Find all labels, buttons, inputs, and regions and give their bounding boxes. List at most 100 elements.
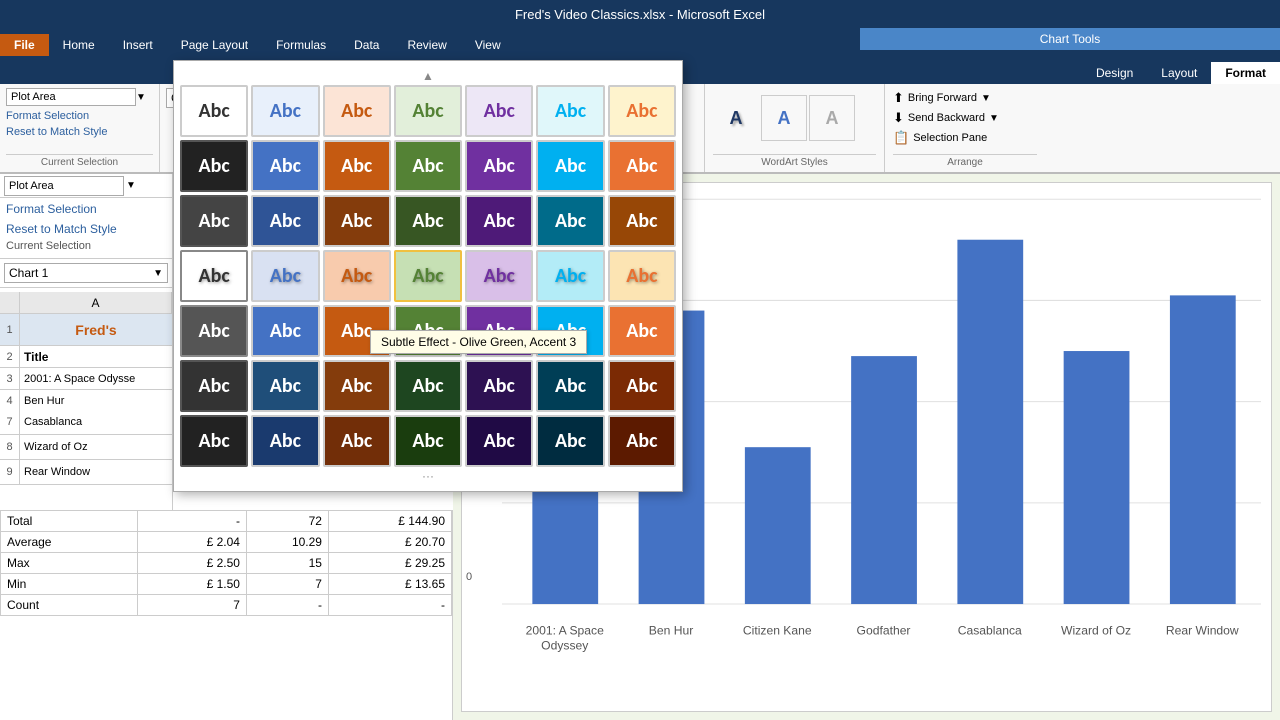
wordart-item-r1-c0[interactable]: Abc [180,140,248,192]
wordart-item-r1-c5[interactable]: Abc [536,140,604,192]
send-backward-icon: ⬇ [893,110,904,126]
wordart-item-r3-c3[interactable]: Abc [394,250,462,302]
wordart-item-r5-c2[interactable]: Abc [323,360,391,412]
stat-total-label: Total [1,511,138,532]
wordart-item-r3-c1[interactable]: Abc [251,250,319,302]
wordart-item-r1-c3[interactable]: Abc [394,140,462,192]
tab-file[interactable]: File [0,34,49,56]
wordart-item-r5-c6[interactable]: Abc [608,360,676,412]
wordart-item-r6-c3[interactable]: Abc [394,415,462,467]
format-selection-btn[interactable]: Format Selection [6,108,153,124]
wordart-item-r2-c5[interactable]: Abc [536,195,604,247]
svg-text:2001: A Space: 2001: A Space [526,623,604,637]
svg-text:Godfather: Godfather [857,623,911,637]
wordart-item-r0-c1[interactable]: Abc [251,85,319,137]
fred-header-cell: Fred's [20,320,172,340]
tab-design[interactable]: Design [1082,62,1147,84]
plot-area-dropdown[interactable]: ▼ [136,92,146,103]
wordart-item-r5-c3[interactable]: Abc [394,360,462,412]
wordart-item-r6-c6[interactable]: Abc [608,415,676,467]
wordart-item-r3-c0[interactable]: Abc [180,250,248,302]
wordart-item-r0-c3[interactable]: Abc [394,85,462,137]
y-label-0: 0 [466,571,472,583]
wordart-item-r3-c2[interactable]: Abc [323,250,391,302]
wordart-item-r0-c2[interactable]: Abc [323,85,391,137]
plot-area-input[interactable] [6,88,136,106]
current-selection-text: Current Selection [0,238,172,254]
tab-format[interactable]: Format [1211,62,1280,84]
wordart-item-r5-c0[interactable]: Abc [180,360,248,412]
movie-row-6: 8 Wizard of Oz [0,435,172,460]
chart-tools-label: Chart Tools [860,28,1280,50]
wordart-item-r3-c4[interactable]: Abc [465,250,533,302]
wordart-item-r1-c1[interactable]: Abc [251,140,319,192]
wordart-item-r6-c1[interactable]: Abc [251,415,319,467]
fredheader-row: 1 Fred's [0,314,172,346]
arrange-group: ⬆ Bring Forward ▼ ⬇ Send Backward ▼ 📋 Se… [885,84,1045,172]
selection-pane-btn[interactable]: 📋 Selection Pane [893,128,1037,148]
name-box-arrow[interactable]: ▼ [126,180,136,191]
wordart-item-r5-c1[interactable]: Abc [251,360,319,412]
bar-rearwindow [1170,295,1236,604]
wordart-item-r1-c2[interactable]: Abc [323,140,391,192]
movie-1: 2001: A Space Odysse [20,371,172,387]
tab-data[interactable]: Data [340,34,393,56]
wordart-item-r3-c5[interactable]: Abc [536,250,604,302]
wordart-item-r6-c4[interactable]: Abc [465,415,533,467]
wordart-item-r2-c1[interactable]: Abc [251,195,319,247]
wordart-item-r4-c0[interactable]: Abc [180,305,248,357]
wordart-item-r6-c2[interactable]: Abc [323,415,391,467]
movie-row-2: 4 Ben Hur [0,390,172,412]
send-backward-btn[interactable]: ⬇ Send Backward ▼ [893,108,1037,128]
plot-area-selector[interactable]: ▼ [6,88,153,106]
wordart-item-r2-c6[interactable]: Abc [608,195,676,247]
tab-home[interactable]: Home [49,34,109,56]
stats-row-min: Min £ 1.50 7 £ 13.65 [1,574,452,595]
tab-view[interactable]: View [461,34,515,56]
format-selection-link[interactable]: Format Selection [0,198,172,220]
wordart-item-r0-c4[interactable]: Abc [465,85,533,137]
tooltip: Subtle Effect - Olive Green, Accent 3 [370,330,587,354]
name-box-row: ▼ [0,174,172,198]
tab-insert[interactable]: Insert [109,34,167,56]
wordart-item-r5-c4[interactable]: Abc [465,360,533,412]
wordart-item-r4-c6[interactable]: Abc [608,305,676,357]
wordart-item-r1-c6[interactable]: Abc [608,140,676,192]
wordart-item-r1-c4[interactable]: Abc [465,140,533,192]
wordart-item-r0-c5[interactable]: Abc [536,85,604,137]
wordart-item-r5-c5[interactable]: Abc [536,360,604,412]
wordart-item-r6-c5[interactable]: Abc [536,415,604,467]
reset-match-btn[interactable]: Reset to Match Style [6,124,153,140]
movie-rows-extra: 7 Casablanca 8 Wizard of Oz 9 Rear Windo… [0,410,173,510]
stats-row-avg: Average £ 2.04 10.29 £ 20.70 [1,532,452,553]
wordart-item-r2-c2[interactable]: Abc [323,195,391,247]
arrange-label: Arrange [893,154,1037,168]
wordart-c-item[interactable]: A [809,95,855,141]
movie-casablanca: Casablanca [20,414,172,430]
wordart-preview-row: A A A [713,88,876,148]
wordart-item-r2-c4[interactable]: Abc [465,195,533,247]
chart1-selector[interactable]: Chart 1 ▼ [4,263,168,283]
wordart-item-r0-c0[interactable]: Abc [180,85,248,137]
wordart-item-r4-c1[interactable]: Abc [251,305,319,357]
movie-2: Ben Hur [20,393,172,409]
stats-row-count: Count 7 - - [1,595,452,616]
name-box-input[interactable] [4,176,124,196]
wordart-item-r2-c0[interactable]: Abc [180,195,248,247]
reset-match-link[interactable]: Reset to Match Style [0,220,172,238]
svg-text:Rear Window: Rear Window [1166,623,1239,637]
wordart-a-item[interactable]: A [713,95,759,141]
tab-page-layout[interactable]: Page Layout [167,34,262,56]
svg-text:Wizard of Oz: Wizard of Oz [1061,623,1131,637]
scroll-up-btn[interactable]: ▲ [180,67,676,85]
wordart-item-r2-c3[interactable]: Abc [394,195,462,247]
wordart-item-r0-c6[interactable]: Abc [608,85,676,137]
bring-forward-btn[interactable]: ⬆ Bring Forward ▼ [893,88,1037,108]
tab-layout[interactable]: Layout [1147,62,1211,84]
tab-formulas[interactable]: Formulas [262,34,340,56]
wordart-item-r3-c6[interactable]: Abc [608,250,676,302]
wordart-b-item[interactable]: A [761,95,807,141]
wordart-item-r6-c0[interactable]: Abc [180,415,248,467]
scroll-down-btn[interactable]: ··· [180,467,676,485]
tab-review[interactable]: Review [393,34,460,56]
